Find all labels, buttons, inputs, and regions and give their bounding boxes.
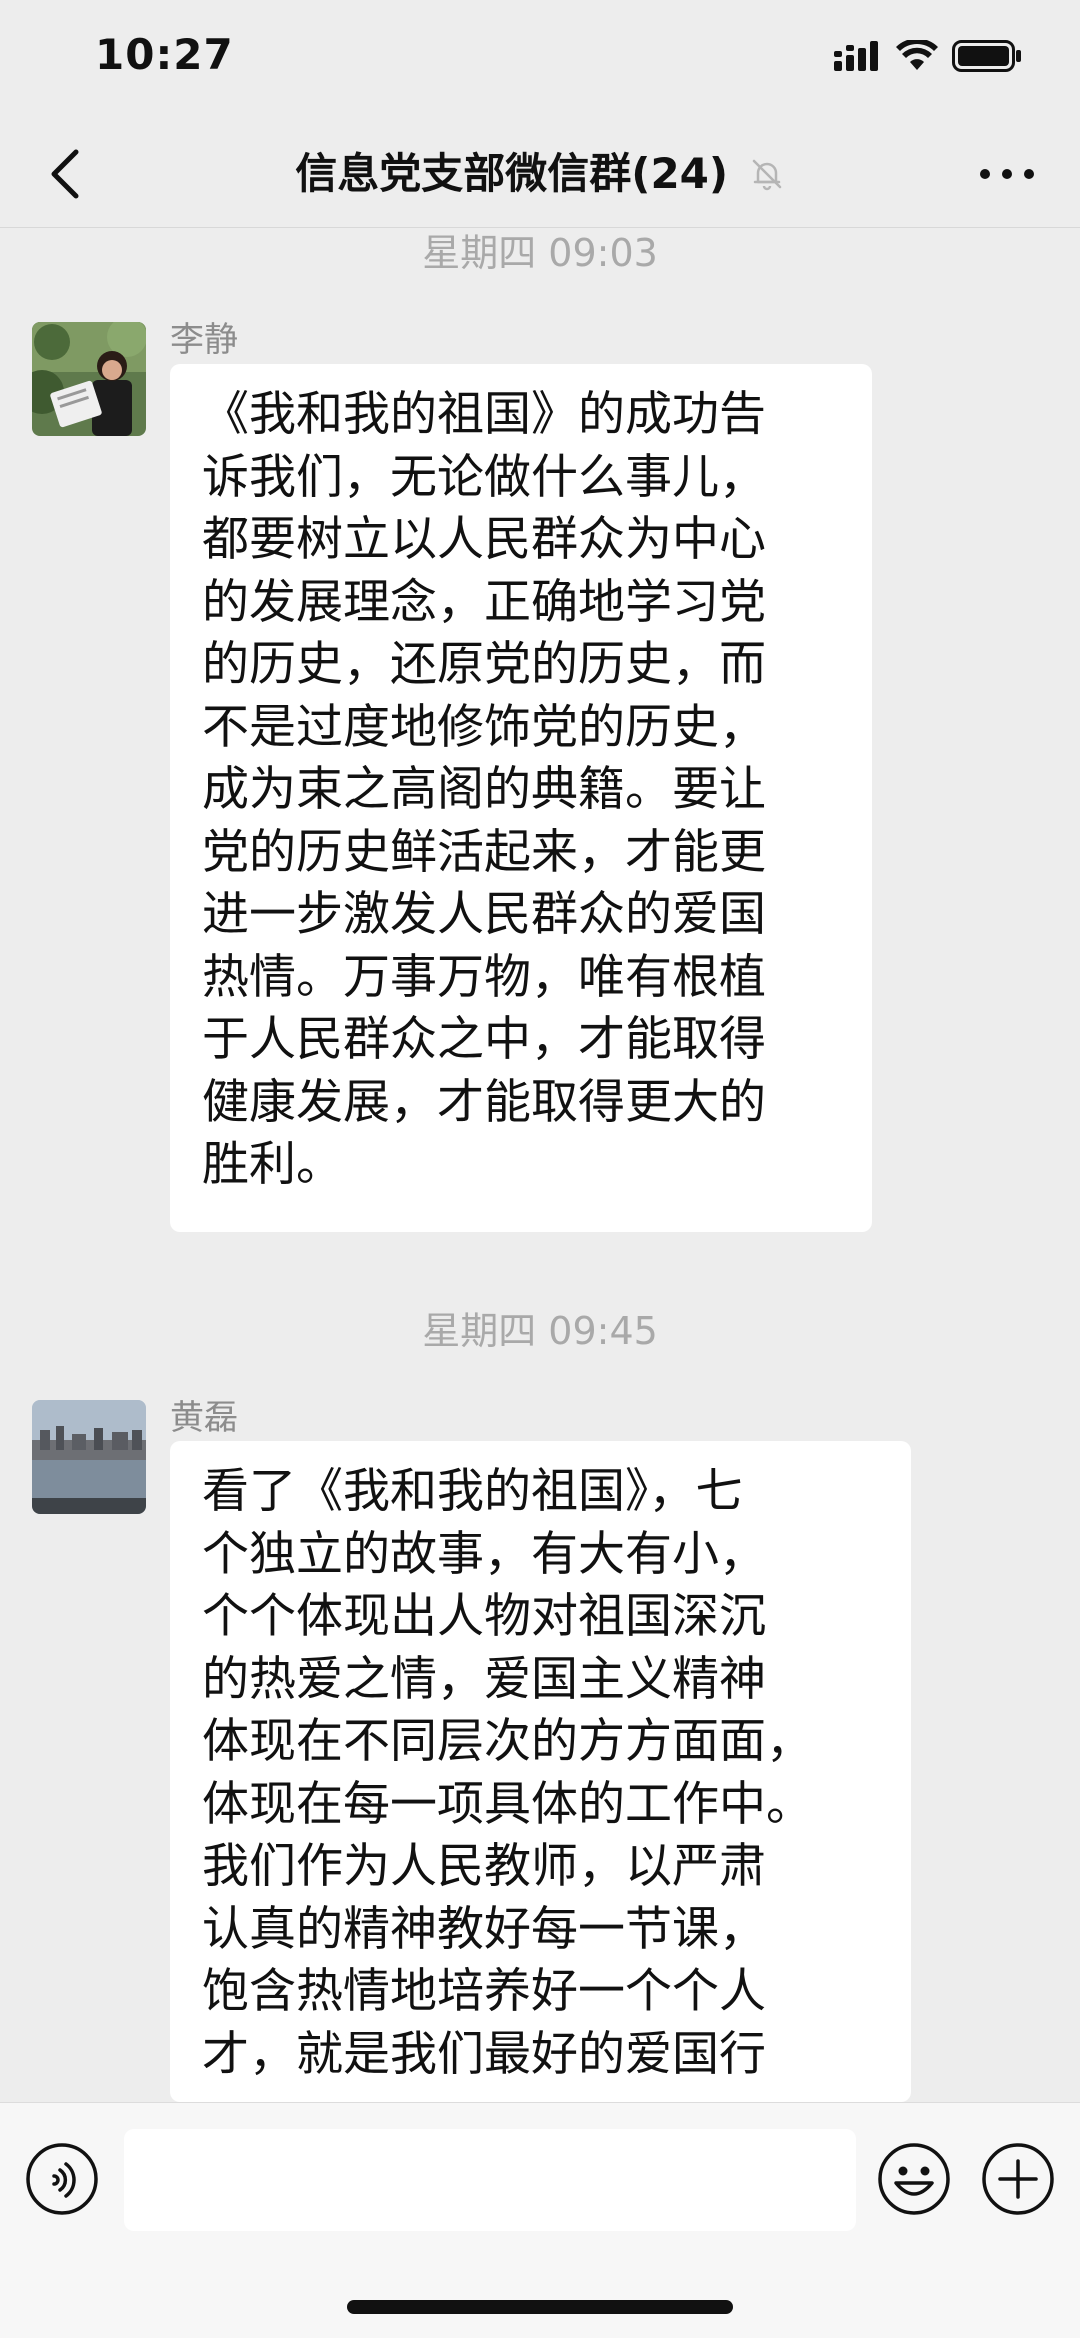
nav-bar: 信息党支部微信群(24) bbox=[0, 120, 1080, 228]
emoji-icon[interactable] bbox=[876, 2141, 952, 2217]
status-icons bbox=[834, 40, 1022, 72]
status-time: 10:27 bbox=[95, 30, 234, 79]
more-dots-icon[interactable] bbox=[972, 144, 1042, 204]
avatar-photo-city-river bbox=[32, 1400, 146, 1514]
chat-title: 信息党支部微信群(24) bbox=[295, 149, 729, 198]
message-timestamp: 星期四 09:03 bbox=[422, 231, 658, 275]
message-bubble[interactable]: 《我和我的祖国》的成功告 诉我们，无论做什么事儿， 都要树立以人民群众为中心 的… bbox=[170, 364, 872, 1232]
avatar[interactable] bbox=[32, 322, 146, 436]
home-indicator bbox=[347, 2300, 733, 2314]
avatar[interactable] bbox=[32, 1400, 146, 1514]
plus-icon[interactable] bbox=[980, 2141, 1056, 2217]
cellular-signal-icon bbox=[834, 41, 878, 71]
message-bubble[interactable]: 看了《我和我的祖国》，七 个独立的故事，有大有小， 个个体现出人物对祖国深沉 的… bbox=[170, 1441, 911, 2102]
wifi-icon bbox=[896, 40, 938, 70]
sender-name: 黄磊 bbox=[170, 1398, 238, 1438]
battery-icon bbox=[952, 40, 1021, 72]
avatar-photo-woman-reading bbox=[32, 322, 146, 436]
message-input[interactable] bbox=[124, 2129, 856, 2231]
message-timestamp: 星期四 09:45 bbox=[422, 1309, 658, 1353]
voice-icon[interactable] bbox=[24, 2141, 100, 2217]
bell-muted-icon bbox=[752, 159, 781, 190]
chat-title-container: 信息党支部微信群(24) bbox=[0, 144, 1080, 204]
status-bar: 10:27 bbox=[0, 0, 1080, 120]
sender-name: 李静 bbox=[170, 320, 238, 360]
